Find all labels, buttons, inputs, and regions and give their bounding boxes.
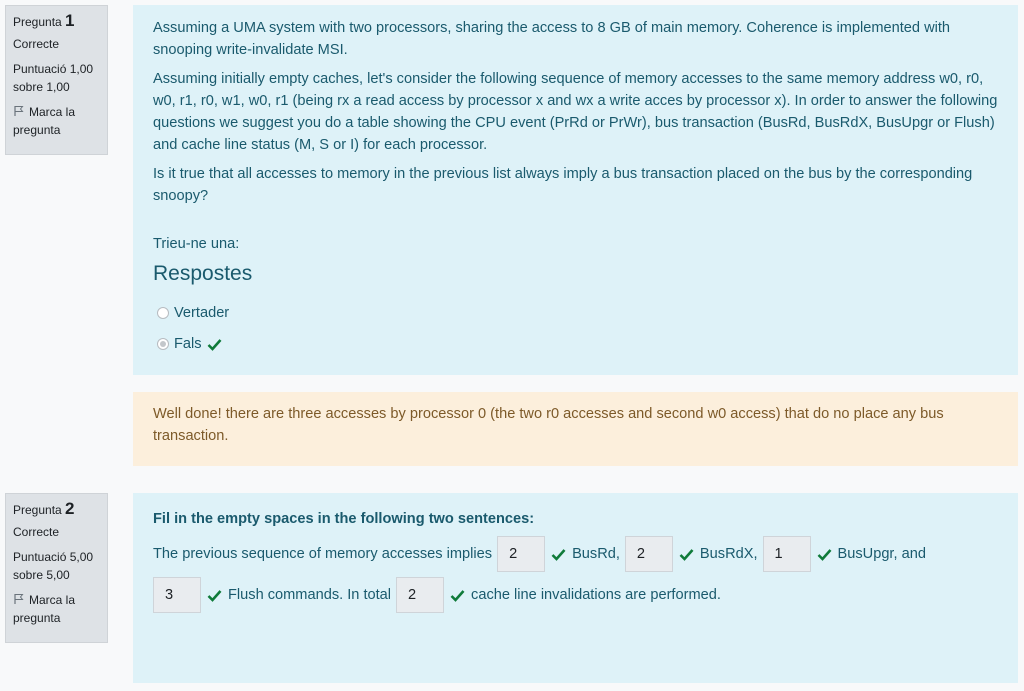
- question-1-feedback: Well done! there are three accesses by p…: [133, 392, 1018, 466]
- question-1-text-1: Assuming a UMA system with two processor…: [153, 20, 951, 58]
- question-1-status: Correcte: [13, 37, 60, 51]
- answer-prompt: Trieu-ne una:: [153, 236, 240, 252]
- question-2-label: Pregunta 2: [13, 499, 75, 518]
- answer-option-fals[interactable]: Fals: [153, 333, 998, 355]
- question-2-flag-link[interactable]: Marca la pregunta: [13, 591, 107, 627]
- gap-input-busupgr[interactable]: 1: [762, 536, 811, 572]
- fill-line-1: The previous sequence of memory accesses…: [153, 536, 998, 572]
- gap-input-busrd[interactable]: 2: [497, 536, 546, 572]
- sentence-text: Flush commands. In total: [228, 587, 392, 603]
- question-2-score: Puntuació 5,00 sobre 5,00: [13, 550, 94, 582]
- question-1-formulation: Assuming a UMA system with two processor…: [133, 5, 1018, 375]
- check-icon: [817, 548, 831, 561]
- check-icon: [450, 589, 465, 602]
- check-icon: [207, 338, 222, 351]
- option-label[interactable]: Fals: [174, 333, 202, 355]
- question-1-number: 1: [65, 11, 75, 30]
- question-2-number: 2: [65, 499, 75, 518]
- answers-heading: Respostes: [153, 262, 253, 285]
- radio-fals[interactable]: [157, 338, 169, 350]
- question-1-label: Pregunta 1: [13, 11, 75, 30]
- sentence-text: BusRd,: [572, 546, 620, 562]
- gap-input-invalidations[interactable]: 2: [396, 577, 445, 613]
- question-2-title: Fil in the empty spaces in the following…: [153, 511, 535, 527]
- question-1-flag-link[interactable]: Marca la pregunta: [13, 103, 107, 139]
- question-2-status: Correcte: [13, 525, 60, 539]
- check-icon: [207, 589, 222, 602]
- check-icon: [551, 548, 566, 561]
- flag-icon: [14, 106, 24, 116]
- question-2-info: Pregunta 2 Correcte Puntuació 5,00 sobre…: [5, 493, 108, 643]
- answer-option-vertader[interactable]: Vertader: [153, 302, 998, 324]
- sentence-text: The previous sequence of memory accesses…: [153, 546, 493, 562]
- check-icon: [679, 548, 694, 561]
- sentence-text: BusUpgr, and: [837, 546, 926, 562]
- question-1-info: Pregunta 1 Correcte Puntuació 1,00 sobre…: [5, 5, 108, 155]
- question-1-score: Puntuació 1,00 sobre 1,00: [13, 62, 94, 94]
- sentence-text: BusRdX,: [699, 546, 758, 562]
- fill-line-2: 3 Flush commands. In total 2 cache line …: [153, 577, 998, 613]
- option-label[interactable]: Vertader: [174, 302, 229, 324]
- gap-input-flush[interactable]: 3: [153, 577, 201, 613]
- sentence-text: cache line invalidations are performed.: [471, 587, 721, 603]
- question-2-formulation: Fil in the empty spaces in the following…: [133, 493, 1018, 683]
- radio-vertader[interactable]: [157, 307, 169, 319]
- question-1-text-2: Assuming initially empty caches, let's c…: [153, 71, 998, 153]
- question-1-text-3: Is it true that all accesses to memory i…: [153, 166, 973, 204]
- gap-input-busrdx[interactable]: 2: [624, 536, 673, 572]
- flag-icon: [14, 594, 24, 604]
